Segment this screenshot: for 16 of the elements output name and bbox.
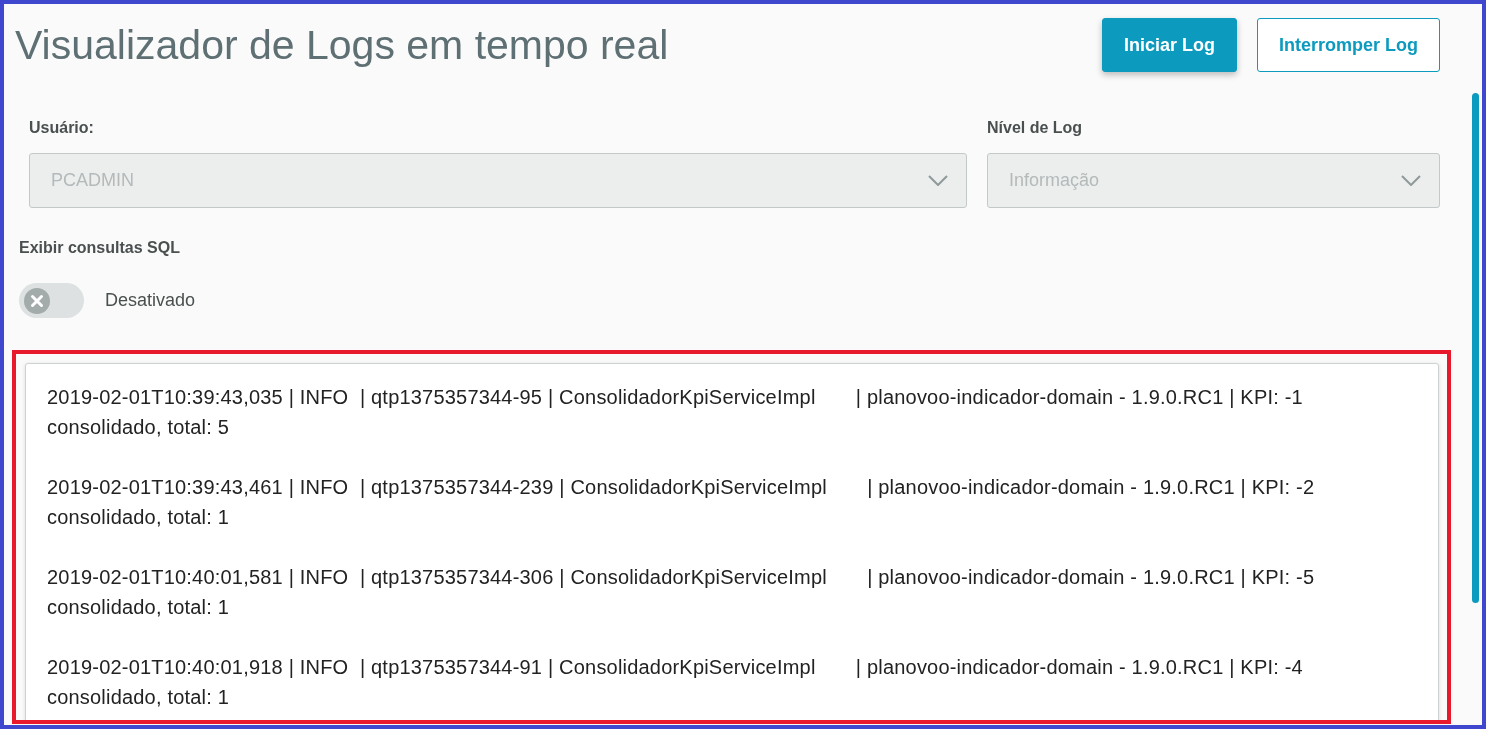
log-entry: 2019-02-01T10:39:43,461 | INFO | qtp1375357344-239 | ConsolidadorKpiServiceImpl | planovoo-indicador-domain - 1.9.0.RC1 | KPI: -2 consolidado, total: 1 [47, 475, 1316, 530]
chevron-down-icon [928, 175, 948, 186]
scrollbar-thumb[interactable] [1472, 93, 1479, 603]
toggle-switch[interactable] [19, 283, 84, 318]
x-circle-icon [24, 287, 50, 314]
chevron-down-icon [1401, 175, 1421, 186]
log-entry: 2019-02-01T10:39:43,035 | INFO | qtp1375357344-95 | ConsolidadorKpiServiceImpl | planovoo-indicador-domain - 1.9.0.RC1 | KPI: -1 consolidado, total: 5 [47, 385, 1304, 440]
log-entry: 2019-02-01T10:40:01,918 | INFO | qtp1375357344-91 | ConsolidadorKpiServiceImpl | planovoo-indicador-domain - 1.9.0.RC1 | KPI: -4 consolidado, total: 1 [47, 655, 1304, 710]
start-log-button[interactable]: Iniciar Log [1101, 18, 1237, 72]
page-title: Visualizador de Logs em tempo real [15, 21, 669, 70]
field-label: Usuário: [29, 118, 94, 138]
toggle-label: Exibir consultas SQL [19, 238, 180, 258]
log-entry: 2019-02-01T10:40:01,581 | INFO | qtp1375357344-306 | ConsolidadorKpiServiceImpl | planovoo-indicador-domain - 1.9.0.RC1 | KPI: -5 consolidado, total: 1 [47, 565, 1316, 620]
toggle-state-text: Desativado [105, 290, 196, 311]
field-label: Nível de Log [987, 118, 1083, 138]
stop-log-button[interactable]: Interromper Log [1257, 18, 1440, 72]
